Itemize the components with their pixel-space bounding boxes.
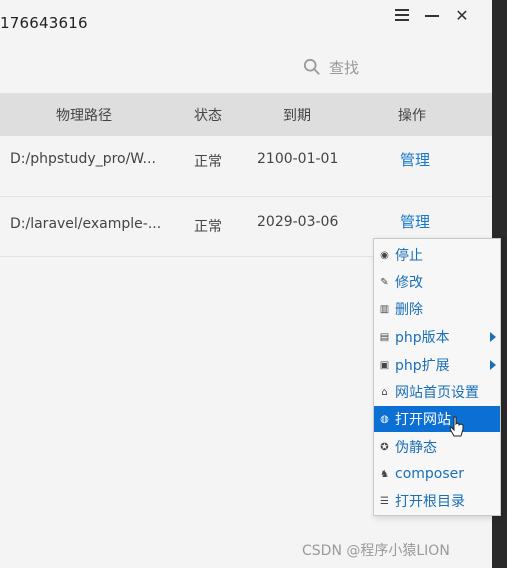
menu-item-label: composer [395,466,465,482]
close-icon: ✕ [455,5,469,25]
row-path: D:/phpstudy_pro/W... [10,151,156,167]
context-menu: ◉ 停止 ✎ 修改 ▥ 删除 ▤ php版本 ▣ php扩展 ⌂ 网站首页设置 … [373,238,501,516]
edit-icon: ✎ [380,276,389,288]
menu-item-php-version[interactable]: ▤ php版本 [374,324,500,350]
table-row: D:/phpstudy_pro/W... 正常 2100-01-01 管理 [0,136,492,196]
minimize-icon [425,15,439,17]
menu-item-label: php版本 [395,330,450,346]
header-action: 操作 [398,108,426,124]
header-status: 状态 [194,108,222,124]
table-header: 物理路径 状态 到期 操作 [0,93,492,136]
row-status: 正常 [194,154,222,170]
menu-item-label: 网站首页设置 [395,385,479,401]
menu-item-label: php扩展 [395,358,450,374]
menu-item-edit[interactable]: ✎ 修改 [374,269,500,295]
manage-link[interactable]: 管理 [400,149,430,170]
search-button[interactable]: 查找 [303,55,359,79]
window-controls: ✕ [392,4,472,26]
submenu-arrow-icon [490,360,496,370]
minimize-button[interactable] [422,4,442,26]
close-button[interactable]: ✕ [452,4,472,26]
menu-item-label: 伪静态 [395,440,437,456]
row-expire: 2029-03-06 [257,214,339,230]
menu-item-open-site[interactable]: ◍ 打开网站 [374,406,500,432]
manage-link[interactable]: 管理 [400,211,430,232]
rewrite-icon: ✪ [380,441,389,453]
header-expire: 到期 [283,108,311,124]
menu-item-label: 停止 [395,248,423,264]
menu-item-home-settings[interactable]: ⌂ 网站首页设置 [374,379,500,405]
search-icon [303,58,320,75]
menu-item-composer[interactable]: ♞ composer [374,461,500,487]
menu-item-open-root[interactable]: ☰ 打开根目录 [374,488,500,514]
window-title: 176643616 [0,14,88,32]
menu-item-label: 修改 [395,275,423,291]
menu-button[interactable] [392,4,412,26]
php-extension-icon: ▣ [379,359,390,371]
trash-icon: ▥ [379,303,390,315]
menu-item-rewrite[interactable]: ✪ 伪静态 [374,434,500,460]
home-icon: ⌂ [381,386,388,398]
search-label: 查找 [329,58,360,77]
menu-item-delete[interactable]: ▥ 删除 [374,296,500,322]
folder-list-icon: ☰ [380,495,389,507]
globe-icon: ◍ [380,413,389,425]
menu-item-label: 打开根目录 [395,494,465,510]
menu-item-label: 打开网站 [395,412,451,428]
row-expire: 2100-01-01 [257,151,339,167]
menu-item-php-extension[interactable]: ▣ php扩展 [374,352,500,378]
stop-icon: ◉ [380,249,389,261]
header-path: 物理路径 [56,108,112,124]
menu-item-stop[interactable]: ◉ 停止 [374,242,500,268]
row-path: D:/laravel/example-... [10,216,162,232]
mouse-pointer-icon [449,416,464,437]
menu-item-label: 删除 [395,302,423,318]
hamburger-icon [395,9,409,21]
submenu-arrow-icon [490,332,496,342]
php-version-icon: ▤ [379,331,390,343]
composer-icon: ♞ [380,468,389,480]
watermark: CSDN @程序小猿LION [302,543,450,559]
row-status: 正常 [194,219,222,235]
